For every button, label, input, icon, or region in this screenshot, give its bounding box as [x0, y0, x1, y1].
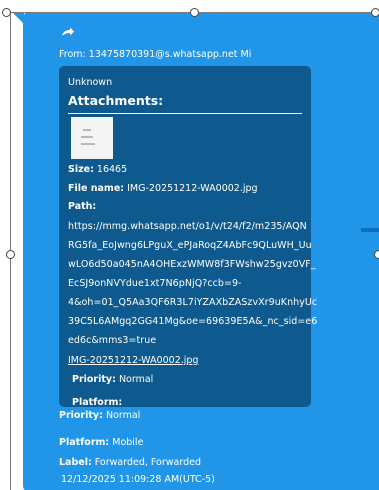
message-view: From: 13475870391@s.whatsapp.net Mi Unkn… [0, 0, 379, 490]
label-field: Label: Forwarded, Forwarded [59, 457, 201, 468]
bubble-tail [12, 12, 24, 24]
attachment-sender: Unknown [68, 77, 113, 88]
resize-handle-middle-right[interactable] [374, 250, 379, 259]
priority-label: Priority: [59, 410, 103, 421]
path-line: RG5fa_EoJwng6LPguX_ePJaRoqZ4AbFc9QLuWH_U… [68, 240, 312, 251]
resize-handle-top-right[interactable] [371, 8, 379, 17]
path-field: Path: [68, 201, 96, 212]
from-value: 13475870391@s.whatsapp.net Mi [88, 49, 252, 60]
priority-field: Priority: Normal [59, 410, 140, 421]
path-line: ed6c&mms3=true [68, 335, 157, 346]
path-line: wLO6d50a045nA4OHExzWMW8f3FWshw25gvz0VF_ [68, 259, 316, 270]
image-thumbnail[interactable] [71, 117, 113, 159]
attachment-platform-field: Platform: [72, 397, 122, 408]
resize-handle-top-left[interactable] [2, 8, 11, 17]
bubble-edge-marker [361, 228, 379, 232]
path-label: Path: [68, 201, 97, 212]
attachment-platform-label: Platform: [72, 397, 123, 408]
attachments-heading: Attachments: [68, 93, 164, 108]
path-line: 39C5L6AMgq2GG41Mg&oe=69639E5A&_nc_sid=e6 [68, 316, 318, 327]
forward-arrow-icon [62, 27, 74, 36]
platform-label: Platform: [59, 437, 110, 448]
path-line: 4&oh=01_Q5Aa3QF6R3L7iYZAXbZASzvXr9uKnhyU… [68, 297, 318, 308]
filename-label: File name: [68, 183, 125, 194]
size-value: 16465 [96, 164, 128, 175]
from-line: From: 13475870391@s.whatsapp.net Mi [59, 49, 251, 60]
timestamp: 12/12/2025 11:09:28 AM(UTC-5) [61, 474, 215, 485]
label-label: Label: [59, 457, 92, 468]
platform-value: Mobile [112, 437, 144, 448]
attachment-card: Unknown Attachments: Size: 16465 File na… [59, 66, 317, 408]
resize-handle-middle-left[interactable] [6, 250, 15, 259]
attachment-priority-label: Priority: [72, 374, 116, 385]
resize-handle-top-middle[interactable] [190, 8, 199, 17]
filename-value: IMG-20251212-WA0002.jpg [127, 183, 258, 194]
path-line: https://mmg.whatsapp.net/o1/v/t24/f2/m23… [68, 221, 307, 232]
label-value: Forwarded, Forwarded [94, 457, 201, 468]
from-label: From: [59, 49, 86, 60]
filename-field: File name: IMG-20251212-WA0002.jpg [68, 183, 258, 194]
path-line: EcSJ9onNVYdue1xt7N6pNjQ?ccb=9- [68, 278, 242, 289]
heading-divider [68, 113, 302, 114]
attachment-priority-value: Normal [118, 374, 154, 385]
platform-field: Platform: Mobile [59, 437, 143, 448]
size-field: Size: 16465 [68, 164, 127, 175]
priority-value: Normal [105, 410, 141, 421]
size-label: Size: [68, 164, 94, 175]
attachment-link[interactable]: IMG-20251212-WA0002.jpg [68, 355, 198, 366]
attachment-priority-field: Priority: Normal [72, 374, 153, 385]
